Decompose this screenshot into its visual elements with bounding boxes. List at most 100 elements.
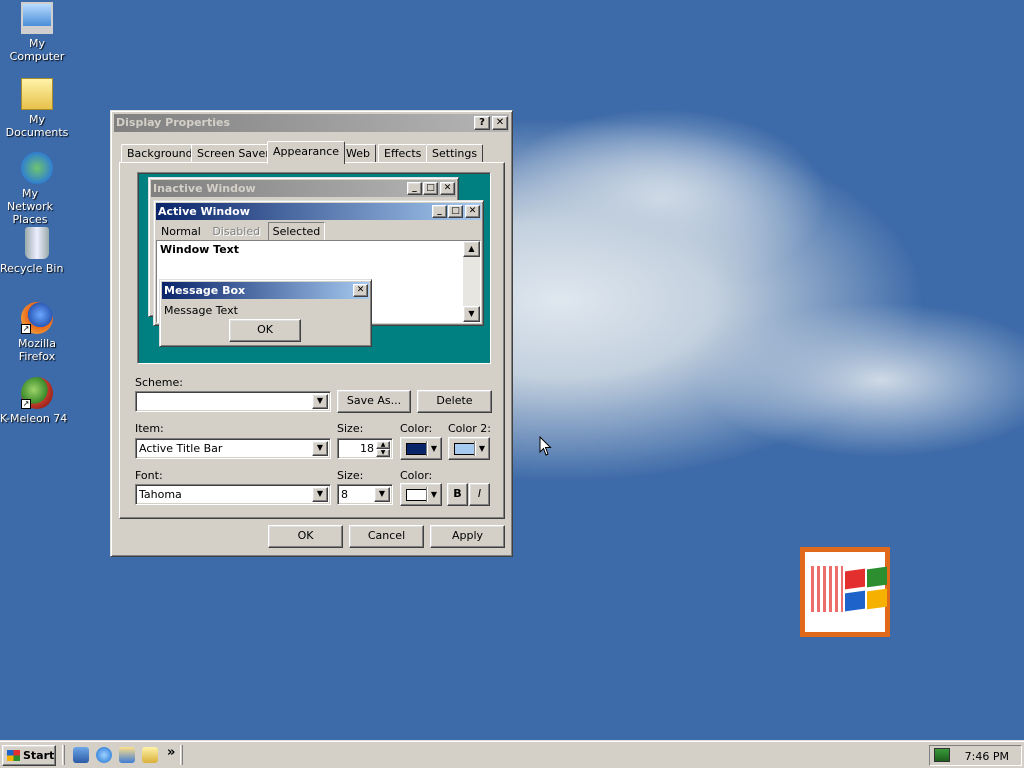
item-color2-swatch — [454, 443, 476, 455]
maximize-icon: □ — [448, 205, 463, 218]
close-icon: ✕ — [353, 284, 368, 297]
ok-button[interactable]: OK — [268, 525, 343, 548]
item-size-label: Size: — [337, 422, 364, 435]
tab-settings[interactable]: Settings — [426, 144, 484, 163]
item-color-label: Color: — [400, 422, 433, 435]
taskbar: Start » 7:46 PM — [0, 740, 1024, 768]
desktop-icon-label: Recycle Bin — [0, 262, 64, 275]
search-icon[interactable] — [142, 747, 158, 763]
appearance-preview: Inactive Window _ □ ✕ Active Window _ □ … — [137, 172, 491, 364]
scroll-down-icon: ▼ — [463, 306, 480, 322]
font-dropdown[interactable]: Tahoma ▼ — [135, 484, 331, 505]
item-value: Active Title Bar — [139, 442, 223, 455]
quicklaunch-chevron[interactable]: » — [167, 745, 175, 760]
desktop-icon-my-computer[interactable]: My Computer — [0, 2, 74, 63]
preview-msgbox-title: Message Box — [164, 284, 246, 297]
scheme-label: Scheme: — [135, 376, 183, 389]
font-color-button[interactable]: ▼ — [400, 483, 442, 506]
font-label: Font: — [135, 469, 163, 482]
tab-screen-saver[interactable]: Screen Saver — [191, 144, 276, 163]
outlook-express-icon[interactable] — [119, 747, 135, 763]
font-color-label: Color: — [400, 469, 433, 482]
close-icon: ✕ — [440, 182, 455, 195]
delete-button[interactable]: Delete — [417, 390, 492, 413]
desktop-icon-label: My Network Places — [7, 187, 53, 226]
cancel-button[interactable]: Cancel — [349, 525, 424, 548]
preview-inactive-titlebar: Inactive Window _ □ ✕ — [151, 180, 456, 197]
logo-trail — [811, 566, 843, 612]
clock[interactable]: 7:46 PM — [965, 750, 1009, 763]
preview-msgbox-text: Message Text — [164, 304, 238, 317]
desktop-icon-k-meleon[interactable]: ↗ K-Meleon 74 — [0, 377, 74, 425]
k-meleon-icon: ↗ — [21, 377, 53, 409]
toolbar-grip[interactable] — [62, 745, 65, 765]
desktop-icon-mozilla-firefox[interactable]: ↗ Mozilla Firefox — [0, 302, 74, 363]
chevron-down-icon: ▼ — [430, 444, 437, 453]
desktop-icon-label: Mozilla Firefox — [18, 337, 56, 363]
color-button-separator — [426, 487, 427, 502]
item-color2-label: Color 2: — [448, 422, 491, 435]
scheme-dropdown[interactable]: ▼ — [135, 391, 331, 412]
help-button[interactable]: ? — [474, 116, 490, 130]
dialog-titlebar[interactable]: Display Properties ? ✕ — [114, 114, 509, 132]
logo-red-pane — [845, 568, 865, 590]
chevron-down-icon: ▼ — [312, 441, 328, 456]
font-size-value: 8 — [341, 488, 348, 501]
appearance-tab-panel: Inactive Window _ □ ✕ Active Window _ □ … — [119, 162, 505, 519]
item-size-value: 18 — [360, 442, 374, 455]
tab-appearance[interactable]: Appearance — [267, 141, 346, 164]
desktop-icon-label: My Computer — [9, 37, 65, 63]
preview-scrollbar[interactable]: ▲ ▼ — [463, 241, 480, 322]
item-dropdown[interactable]: Active Title Bar ▼ — [135, 438, 331, 459]
preview-menu-disabled[interactable]: Disabled — [208, 223, 264, 240]
preview-msgbox-titlebar: Message Box ✕ — [162, 282, 369, 299]
preview-menu-bar: Normal Disabled Selected — [157, 222, 326, 241]
preview-ok-button[interactable]: OK — [229, 319, 301, 342]
preview-active-title: Active Window — [158, 205, 250, 218]
tab-web[interactable]: Web — [340, 144, 376, 163]
spin-down-icon[interactable]: ▼ — [376, 449, 390, 457]
preview-inactive-title: Inactive Window — [153, 182, 256, 195]
item-color-swatch — [406, 443, 428, 455]
desktop-icon-label: My Documents — [5, 113, 69, 139]
folder-documents-icon — [21, 78, 53, 110]
spin-up-icon[interactable]: ▲ — [376, 441, 390, 449]
item-label: Item: — [135, 422, 164, 435]
preview-message-box[interactable]: Message Box ✕ Message Text OK — [159, 279, 372, 347]
network-tray-icon[interactable] — [934, 748, 950, 762]
desktop-icon-my-documents[interactable]: My Documents — [0, 78, 74, 139]
preview-menu-normal[interactable]: Normal — [157, 223, 205, 240]
save-as-button[interactable]: Save As... — [337, 390, 411, 413]
start-button[interactable]: Start — [2, 745, 56, 766]
desktop-icon-my-network-places[interactable]: My Network Places — [0, 152, 74, 226]
item-size-stepper[interactable]: 18 ▲ ▼ — [337, 438, 393, 459]
dialog-title: Display Properties — [116, 116, 231, 129]
apply-button[interactable]: Apply — [430, 525, 505, 548]
chevron-down-icon: ▼ — [478, 444, 485, 453]
italic-button[interactable]: I — [469, 483, 490, 506]
show-desktop-icon[interactable] — [73, 747, 89, 763]
logo-blue-pane — [845, 590, 865, 612]
internet-explorer-icon[interactable] — [96, 747, 112, 763]
tab-background[interactable]: Background — [121, 144, 199, 163]
minimize-icon: _ — [407, 182, 422, 195]
toolbar-grip[interactable] — [180, 745, 183, 765]
preview-menu-selected[interactable]: Selected — [267, 222, 326, 241]
maximize-icon: □ — [423, 182, 438, 195]
chevron-down-icon: ▼ — [312, 394, 328, 409]
display-properties-dialog: Display Properties ? ✕ Background Screen… — [110, 110, 513, 557]
item-color-button[interactable]: ▼ — [400, 437, 442, 460]
network-places-icon — [21, 152, 53, 184]
item-color2-button[interactable]: ▼ — [448, 437, 490, 460]
font-size-label: Size: — [337, 469, 364, 482]
minimize-icon: _ — [432, 205, 447, 218]
tab-effects[interactable]: Effects — [378, 144, 428, 163]
shortcut-arrow-icon: ↗ — [21, 399, 31, 409]
preview-window-text: Window Text — [160, 243, 240, 256]
logo-yellow-pane — [867, 588, 887, 610]
close-button[interactable]: ✕ — [492, 116, 508, 130]
font-size-dropdown[interactable]: 8 ▼ — [337, 484, 393, 505]
bold-button[interactable]: B — [447, 483, 468, 506]
desktop-icon-recycle-bin[interactable]: Recycle Bin — [0, 227, 74, 275]
scroll-up-icon: ▲ — [463, 241, 480, 257]
